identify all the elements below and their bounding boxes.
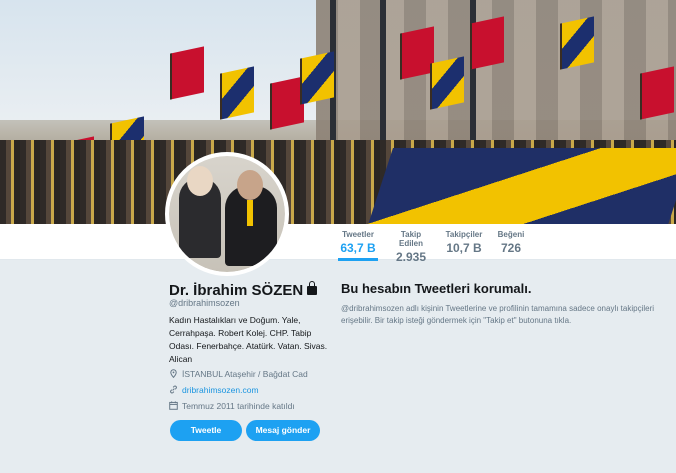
- tab-followers-label: Takipçiler: [445, 230, 483, 239]
- banner-flag: [220, 66, 254, 120]
- banner-flag: [400, 26, 434, 80]
- banner-flag: [470, 16, 504, 70]
- protected-title: Bu hesabın Tweetleri korumalı.: [341, 281, 532, 296]
- protected-description: @dribrahimsozen adlı kişinin Tweetlerine…: [341, 304, 655, 325]
- lock-icon: [307, 281, 318, 295]
- location-pin-icon: [169, 369, 178, 379]
- tab-likes-label: Beğeni: [497, 230, 525, 239]
- tab-following-count: 2.935: [395, 250, 427, 264]
- tab-tweets-count: 63,7 B: [340, 241, 376, 255]
- avatar-tie: [247, 200, 253, 226]
- profile-handle[interactable]: @dribrahimsozen: [169, 298, 240, 308]
- profile-avatar[interactable]: [165, 152, 289, 276]
- tab-likes[interactable]: Beğeni 726: [494, 230, 528, 255]
- profile-joined: Temmuz 2011 tarihinde katıldı: [169, 401, 295, 411]
- profile-nav: Tweetler 63,7 B Takip Edilen 2.935 Takip…: [0, 224, 676, 264]
- tab-tweets-label: Tweetler: [342, 230, 374, 239]
- banner-flag: [640, 66, 674, 120]
- header-banner-image: [0, 0, 676, 224]
- tweet-button[interactable]: Tweetle: [170, 420, 242, 441]
- tab-followers-count: 10,7 B: [446, 241, 482, 255]
- joined-text: Temmuz 2011 tarihinde katıldı: [182, 401, 295, 411]
- send-message-button[interactable]: Mesaj gönder: [246, 420, 320, 441]
- profile-location: İSTANBUL Ataşehir / Bağdat Cad: [169, 369, 308, 379]
- tab-following[interactable]: Takip Edilen 2.935: [388, 230, 434, 264]
- avatar-photo: [169, 156, 285, 272]
- banner-flag: [430, 56, 464, 110]
- avatar-person-head: [237, 170, 263, 200]
- tab-likes-count: 726: [500, 241, 522, 255]
- tab-following-label: Takip Edilen: [398, 230, 423, 248]
- calendar-icon: [169, 401, 178, 410]
- profile-name[interactable]: Dr. İbrahim SÖZEN: [169, 281, 318, 299]
- tab-followers[interactable]: Takipçiler 10,7 B: [444, 230, 484, 255]
- location-text: İSTANBUL Ataşehir / Bağdat Cad: [182, 369, 308, 379]
- banner-big-flag: [367, 148, 676, 224]
- profile-bio: Kadın Hastalıkları ve Doğum. Yale, Cerra…: [169, 315, 328, 364]
- link-icon: [169, 385, 178, 394]
- website-link[interactable]: dribrahimsozen.com: [182, 385, 259, 395]
- tab-tweets[interactable]: Tweetler 63,7 B: [338, 230, 378, 261]
- banner-flag: [270, 76, 304, 130]
- banner-flag: [560, 16, 594, 70]
- profile-name-text: Dr. İbrahim SÖZEN: [169, 282, 304, 299]
- banner-flag: [300, 51, 334, 105]
- banner-flag: [170, 46, 204, 100]
- profile-website[interactable]: dribrahimsozen.com: [169, 385, 259, 395]
- avatar-person-head: [187, 166, 213, 196]
